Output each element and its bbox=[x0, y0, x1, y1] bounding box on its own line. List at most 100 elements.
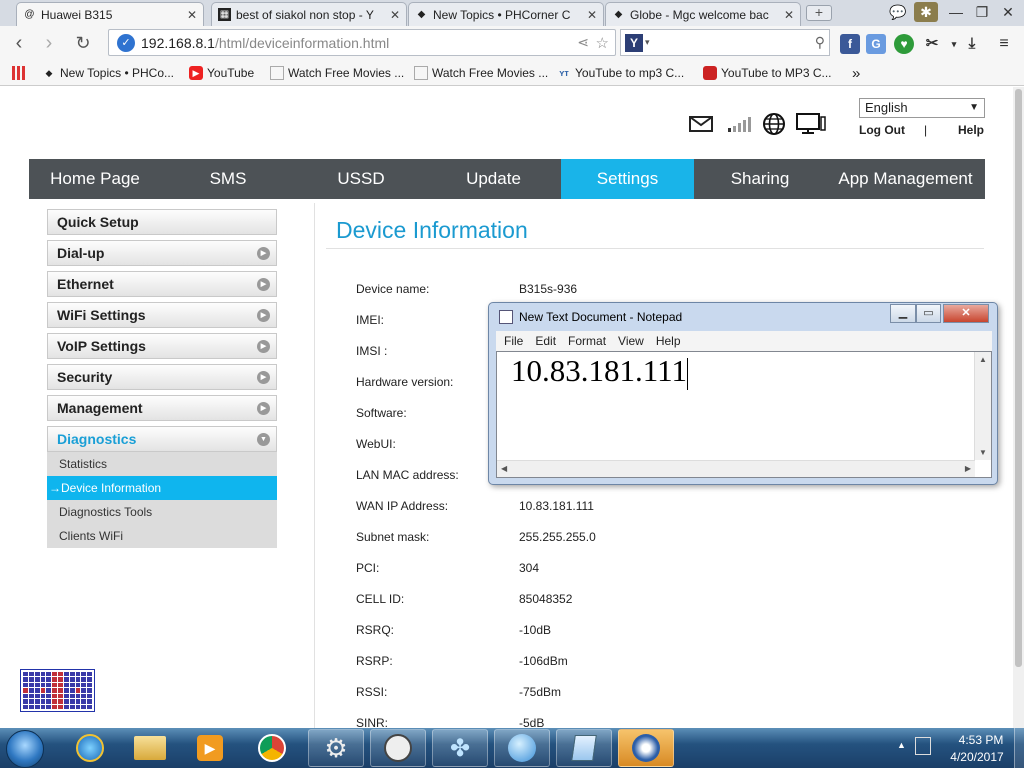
sidebar-item-voip-settings[interactable]: VoIP Settings ▶ bbox=[47, 333, 277, 359]
nav-settings[interactable]: Settings bbox=[561, 159, 694, 199]
scroll-right-icon[interactable]: ▶ bbox=[965, 464, 971, 473]
reload-icon[interactable]: ↻ bbox=[70, 30, 96, 56]
minimize-icon[interactable]: ▁ bbox=[890, 304, 916, 323]
bookmark-item[interactable]: ʏᴛ YouTube to mp3 C... bbox=[557, 64, 684, 82]
huawei-mobile-icon[interactable] bbox=[618, 729, 674, 767]
menu-format[interactable]: Format bbox=[568, 334, 606, 348]
notepad-text-area[interactable]: 10.83.181.111 ▲ ▼ ◀ ▶ bbox=[496, 351, 992, 478]
help-link[interactable]: Help bbox=[958, 123, 984, 137]
scroll-up-icon[interactable]: ▲ bbox=[975, 355, 991, 364]
nav-app-management[interactable]: App Management bbox=[826, 159, 985, 199]
tab-huawei-b315[interactable]: @ Huawei B315 ✕ bbox=[16, 2, 204, 26]
globe-internet-icon[interactable] bbox=[760, 111, 788, 137]
logout-link[interactable]: Log Out bbox=[859, 123, 905, 137]
bookmark-item[interactable]: YouTube to MP3 C... bbox=[703, 64, 832, 82]
sidebar-item-security[interactable]: Security ▶ bbox=[47, 364, 277, 390]
language-select[interactable]: English ▼ bbox=[859, 98, 985, 118]
menu-icon[interactable]: ≡ bbox=[994, 34, 1014, 54]
maximize-icon[interactable]: ▭ bbox=[916, 304, 941, 323]
sidebar-item-diagnostics[interactable]: Diagnostics ▼ bbox=[47, 426, 277, 452]
clock-time[interactable]: 4:53 PM bbox=[951, 733, 1011, 747]
nav-sharing[interactable]: Sharing bbox=[694, 159, 826, 199]
sidebar-subitem-diagnostics-tools[interactable]: Diagnostics Tools bbox=[47, 500, 277, 524]
show-desktop-button[interactable] bbox=[1014, 728, 1024, 768]
sphere-app-icon[interactable] bbox=[494, 729, 550, 767]
minimize-icon[interactable]: — bbox=[944, 2, 968, 22]
chevron-down-icon[interactable]: ▾ bbox=[944, 34, 964, 54]
search-icon[interactable]: ⚲ bbox=[815, 34, 825, 51]
connected-device-icon[interactable] bbox=[795, 111, 827, 137]
start-button[interactable] bbox=[6, 730, 44, 768]
bookmark-item[interactable]: Watch Free Movies ... bbox=[414, 64, 548, 82]
close-tab-icon[interactable]: ✕ bbox=[587, 8, 597, 22]
sidebar-item-wifi-settings[interactable]: WiFi Settings ▶ bbox=[47, 302, 277, 328]
share-icon[interactable]: ⋖ bbox=[577, 34, 589, 51]
network-icon[interactable] bbox=[915, 737, 931, 755]
scissors-icon[interactable]: ✂ bbox=[922, 34, 942, 54]
close-window-icon[interactable]: ✕ bbox=[996, 2, 1020, 22]
tab-phcorner[interactable]: ◆ New Topics • PHCorner C ✕ bbox=[408, 2, 604, 26]
media-player-icon[interactable]: ▶ bbox=[182, 729, 238, 767]
close-icon[interactable]: ✕ bbox=[943, 304, 989, 323]
sidebar-item-quick-setup[interactable]: Quick Setup bbox=[47, 209, 277, 235]
tab-title: New Topics • PHCorner C bbox=[433, 7, 571, 22]
close-tab-icon[interactable]: ✕ bbox=[390, 8, 400, 22]
menu-file[interactable]: File bbox=[504, 334, 523, 348]
nav-ussd[interactable]: USSD bbox=[295, 159, 427, 199]
back-icon[interactable]: ‹ bbox=[6, 30, 32, 56]
bookmarks-overflow-button[interactable]: » bbox=[852, 64, 860, 82]
menu-help[interactable]: Help bbox=[656, 334, 681, 348]
new-tab-button[interactable]: + bbox=[806, 5, 832, 21]
settings-gear-icon[interactable]: ⚙ bbox=[308, 729, 364, 767]
chrome-icon[interactable] bbox=[244, 729, 300, 767]
nav-sms[interactable]: SMS bbox=[161, 159, 295, 199]
tray-expand-icon[interactable]: ▲ bbox=[897, 740, 906, 750]
close-tab-icon[interactable]: ✕ bbox=[784, 8, 794, 22]
scroll-left-icon[interactable]: ◀ bbox=[501, 464, 507, 473]
bookmark-star-icon[interactable]: ☆ bbox=[596, 34, 609, 52]
clock-date[interactable]: 4/20/2017 bbox=[939, 750, 1015, 764]
profile-icon[interactable]: ✱ bbox=[914, 2, 938, 22]
sidebar-subitem-device-information[interactable]: →Device Information bbox=[47, 476, 277, 500]
notepad-vertical-scrollbar[interactable]: ▲ ▼ bbox=[974, 352, 991, 460]
bookmark-item[interactable]: ▶ YouTube bbox=[189, 64, 254, 82]
menu-edit[interactable]: Edit bbox=[535, 334, 556, 348]
download-icon[interactable]: ⤓ bbox=[962, 34, 982, 54]
nav-home-page[interactable]: Home Page bbox=[29, 159, 161, 199]
nav-update[interactable]: Update bbox=[427, 159, 560, 199]
feedback-icon[interactable]: 💬 bbox=[886, 2, 910, 22]
info-icon[interactable]: ✓ bbox=[117, 33, 135, 52]
tab-globe[interactable]: ◆ Globe - Mgc welcome bac ✕ bbox=[605, 2, 801, 26]
message-envelope-icon[interactable] bbox=[688, 111, 714, 137]
notepad-horizontal-scrollbar[interactable]: ◀ ▶ bbox=[497, 460, 975, 477]
restore-icon[interactable]: ❐ bbox=[970, 2, 994, 22]
scrollbar-thumb[interactable] bbox=[1015, 89, 1022, 667]
menu-view[interactable]: View bbox=[618, 334, 644, 348]
notepad-titlebar[interactable]: New Text Document - Notepad bbox=[499, 307, 682, 327]
close-tab-icon[interactable]: ✕ bbox=[187, 8, 197, 22]
chevron-down-icon[interactable]: ▾ bbox=[645, 37, 650, 48]
fan-app-icon[interactable]: ✤ bbox=[432, 729, 488, 767]
file-explorer-icon[interactable] bbox=[122, 729, 178, 767]
facebook-extension-icon[interactable]: f bbox=[840, 34, 860, 54]
address-bar[interactable]: ✓ 192.168.8.1 /html/deviceinformation.ht… bbox=[108, 29, 616, 56]
notepad-window[interactable]: New Text Document - Notepad ▁ ▭ ✕ File E… bbox=[488, 302, 998, 485]
bookmark-item[interactable]: Watch Free Movies ... bbox=[270, 64, 404, 82]
forward-icon[interactable]: › bbox=[36, 30, 62, 56]
bookmark-item[interactable]: ◆ New Topics • PHCo... bbox=[42, 64, 175, 82]
sidebar-subitem-clients-wifi[interactable]: Clients WiFi bbox=[47, 524, 277, 548]
sidebar-item-dial-up[interactable]: Dial-up ▶ bbox=[47, 240, 277, 266]
scroll-down-icon[interactable]: ▼ bbox=[975, 448, 991, 457]
yahoo-search-box[interactable]: Y ▾ ⚲ bbox=[620, 29, 830, 56]
sidebar-item-management[interactable]: Management ▶ bbox=[47, 395, 277, 421]
shield-extension-icon[interactable]: ♥ bbox=[894, 34, 914, 54]
sidebar-item-ethernet[interactable]: Ethernet ▶ bbox=[47, 271, 277, 297]
sidebar-subitem-statistics[interactable]: Statistics bbox=[47, 452, 277, 476]
internet-explorer-icon[interactable] bbox=[62, 729, 118, 767]
page-scrollbar[interactable] bbox=[1013, 87, 1024, 728]
clock-app-icon[interactable] bbox=[370, 729, 426, 767]
apps-icon[interactable] bbox=[12, 64, 30, 82]
tab-siakol[interactable]: ▦ best of siakol non stop - Y ✕ bbox=[211, 2, 407, 26]
translate-extension-icon[interactable]: G bbox=[866, 34, 886, 54]
notepad-icon[interactable] bbox=[556, 729, 612, 767]
